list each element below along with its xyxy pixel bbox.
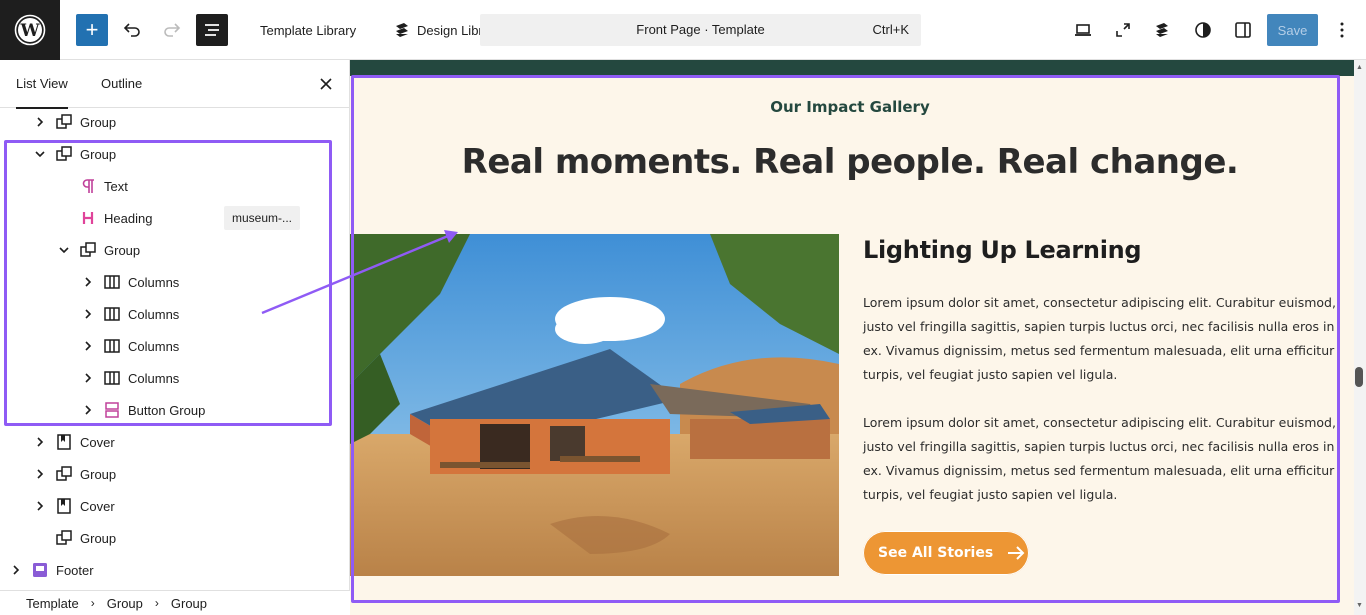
- school-photo-illustration: [350, 234, 839, 576]
- spectra-icon: [1156, 23, 1168, 37]
- list-item-group[interactable]: Group: [28, 106, 116, 138]
- expand-icon: [1116, 23, 1130, 37]
- list-item-cover[interactable]: Cover: [28, 490, 115, 522]
- editor-top-bar: W + Template Library Design Library Fron…: [0, 0, 1366, 60]
- more-vertical-icon: [1340, 22, 1344, 38]
- previous-section-strip: [350, 60, 1354, 76]
- design-library-toolbar-button[interactable]: [1146, 14, 1178, 46]
- undo-button[interactable]: [116, 14, 148, 46]
- section-heading[interactable]: Real moments. Real people. Real change.: [350, 142, 1350, 182]
- block-breadcrumb: Template › Group › Group: [0, 590, 350, 615]
- list-view-icon: [205, 24, 219, 36]
- arrow-right-icon: [1008, 546, 1025, 560]
- redo-icon: [164, 23, 181, 37]
- device-preview-button[interactable]: [1067, 14, 1099, 46]
- template-library-link[interactable]: Template Library: [260, 14, 356, 46]
- sidebar-icon: [1235, 22, 1251, 38]
- chevron-right-icon[interactable]: [28, 462, 52, 486]
- list-item-label: Footer: [56, 562, 94, 578]
- story-paragraph[interactable]: Lorem ipsum dolor sit amet, consectetur …: [863, 411, 1343, 507]
- list-item-group[interactable]: Group: [52, 522, 116, 554]
- tab-list-view[interactable]: List View: [16, 60, 68, 109]
- section-eyebrow[interactable]: Our Impact Gallery: [350, 98, 1350, 116]
- list-item-label: Cover: [80, 434, 115, 450]
- chevron-right-icon[interactable]: [28, 430, 52, 454]
- school-solar-image[interactable]: [350, 234, 839, 576]
- story-paragraph[interactable]: Lorem ipsum dolor sit amet, consectetur …: [863, 291, 1343, 387]
- list-item-label: Group: [80, 114, 117, 130]
- group-icon: [52, 110, 76, 134]
- breadcrumb-item[interactable]: Group: [171, 596, 207, 611]
- design-library-icon: [396, 23, 408, 37]
- wordpress-logo-button[interactable]: W: [0, 0, 60, 60]
- keyboard-shortcut: Ctrl+K: [872, 22, 909, 37]
- sidebar-selection-highlight: [4, 140, 332, 426]
- settings-sidebar-button[interactable]: [1227, 14, 1259, 46]
- list-item-label: Group: [80, 466, 117, 482]
- chevron-right-icon: ›: [90, 596, 95, 610]
- chevron-right-icon[interactable]: [28, 110, 52, 134]
- editor-canvas[interactable]: Our Impact Gallery Real moments. Real pe…: [350, 60, 1354, 615]
- list-item-label: Cover: [80, 498, 115, 514]
- cta-label: See All Stories: [878, 545, 994, 561]
- list-item-footer[interactable]: Footer: [4, 554, 94, 586]
- command-palette-button[interactable]: Front Page · Template Ctrl+K: [480, 14, 921, 46]
- save-button[interactable]: Save: [1267, 14, 1318, 46]
- see-all-stories-button[interactable]: See All Stories: [863, 531, 1029, 575]
- list-item-cover[interactable]: Cover: [28, 426, 115, 458]
- document-overview-button[interactable]: [196, 14, 228, 46]
- canvas-scrollbar[interactable]: [1354, 60, 1366, 615]
- template-part-icon: [28, 558, 52, 582]
- scroll-up-arrow-icon[interactable]: ▲: [1356, 64, 1363, 71]
- scroll-down-arrow-icon[interactable]: ▼: [1356, 602, 1363, 609]
- wordpress-logo-icon: W: [14, 14, 46, 46]
- document-title: Front Page · Template: [636, 22, 765, 37]
- story-title[interactable]: Lighting Up Learning: [863, 236, 1142, 264]
- tab-outline[interactable]: Outline: [101, 60, 142, 108]
- zoom-out-button[interactable]: [1107, 14, 1139, 46]
- cover-icon: [52, 494, 76, 518]
- plus-icon: +: [85, 17, 99, 42]
- contrast-icon: [1195, 22, 1211, 38]
- breadcrumb-item[interactable]: Template: [26, 596, 79, 611]
- desktop-icon: [1075, 24, 1091, 36]
- group-icon: [52, 526, 76, 550]
- options-button[interactable]: [1328, 14, 1356, 46]
- undo-icon: [123, 23, 140, 37]
- close-icon: [320, 78, 332, 90]
- sidebar-tabs: List View Outline: [0, 60, 349, 109]
- add-block-button[interactable]: +: [76, 14, 108, 46]
- styles-button[interactable]: [1187, 14, 1219, 46]
- close-sidebar-button[interactable]: [314, 72, 338, 96]
- breadcrumb-item[interactable]: Group: [107, 596, 143, 611]
- svg-text:W: W: [19, 21, 40, 41]
- cover-icon: [52, 430, 76, 454]
- chevron-right-icon: ›: [154, 596, 159, 610]
- list-item-label: Group: [80, 530, 117, 546]
- chevron-right-icon[interactable]: [4, 558, 28, 582]
- scrollbar-thumb[interactable]: [1355, 367, 1363, 387]
- list-item-group[interactable]: Group: [28, 458, 116, 490]
- redo-button[interactable]: [156, 14, 188, 46]
- group-icon: [52, 462, 76, 486]
- chevron-right-icon[interactable]: [28, 494, 52, 518]
